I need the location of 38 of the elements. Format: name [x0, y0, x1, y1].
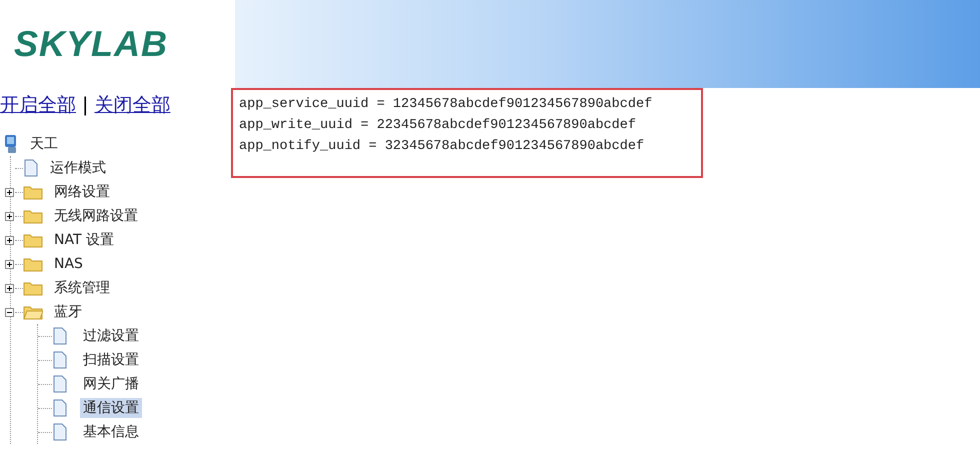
- expander-icon[interactable]: [4, 308, 15, 316]
- folder-icon: [23, 232, 43, 248]
- folder-icon: [23, 256, 43, 272]
- folder-icon: [23, 184, 43, 200]
- expander-icon[interactable]: [4, 236, 15, 244]
- tree-item[interactable]: 通信设置: [80, 398, 142, 418]
- folder-icon: [23, 280, 43, 296]
- page-icon: [52, 327, 68, 345]
- tree-item[interactable]: 网关广播: [80, 374, 142, 394]
- tree-item[interactable]: 扫描设置: [80, 350, 142, 370]
- tree-item[interactable]: NAT 设置: [51, 230, 117, 250]
- tree-item[interactable]: NAS: [51, 255, 86, 273]
- expander-icon[interactable]: [4, 284, 15, 292]
- config-line: app_write_uuid = 22345678abcdef901234567890abcdef: [239, 117, 637, 135]
- tree-item[interactable]: 基本信息: [80, 422, 142, 442]
- expander-icon[interactable]: [4, 260, 15, 268]
- page-icon: [52, 399, 68, 417]
- tree-item[interactable]: 网络设置: [51, 182, 113, 202]
- page-icon: [52, 375, 68, 393]
- tree-item[interactable]: 无线网路设置: [51, 206, 141, 226]
- page-icon: [52, 351, 68, 369]
- open-folder-icon: [23, 304, 43, 320]
- expander-icon[interactable]: [4, 188, 15, 196]
- expand-all-link[interactable]: 开启全部: [0, 94, 76, 116]
- folder-icon: [23, 208, 43, 224]
- collapse-all-link[interactable]: 关闭全部: [94, 94, 170, 116]
- page-icon: [23, 159, 39, 177]
- logo: SKYLAB: [14, 23, 168, 65]
- tree-item[interactable]: 系统管理: [51, 278, 113, 298]
- tree-item[interactable]: 过滤设置: [80, 326, 142, 346]
- expander-icon[interactable]: [4, 212, 15, 220]
- config-line: app_notify_uuid = 32345678abcdef901234567890abcdef: [239, 138, 646, 156]
- tree-item[interactable]: 蓝牙: [51, 302, 85, 322]
- config-line: app_service_uuid = 12345678abcdef901234567890abcdef: [239, 96, 654, 114]
- tree-item[interactable]: 运作模式: [47, 158, 109, 178]
- tree-item[interactable]: 天工: [27, 134, 61, 154]
- page-icon: [52, 423, 68, 441]
- separator: |: [82, 94, 88, 116]
